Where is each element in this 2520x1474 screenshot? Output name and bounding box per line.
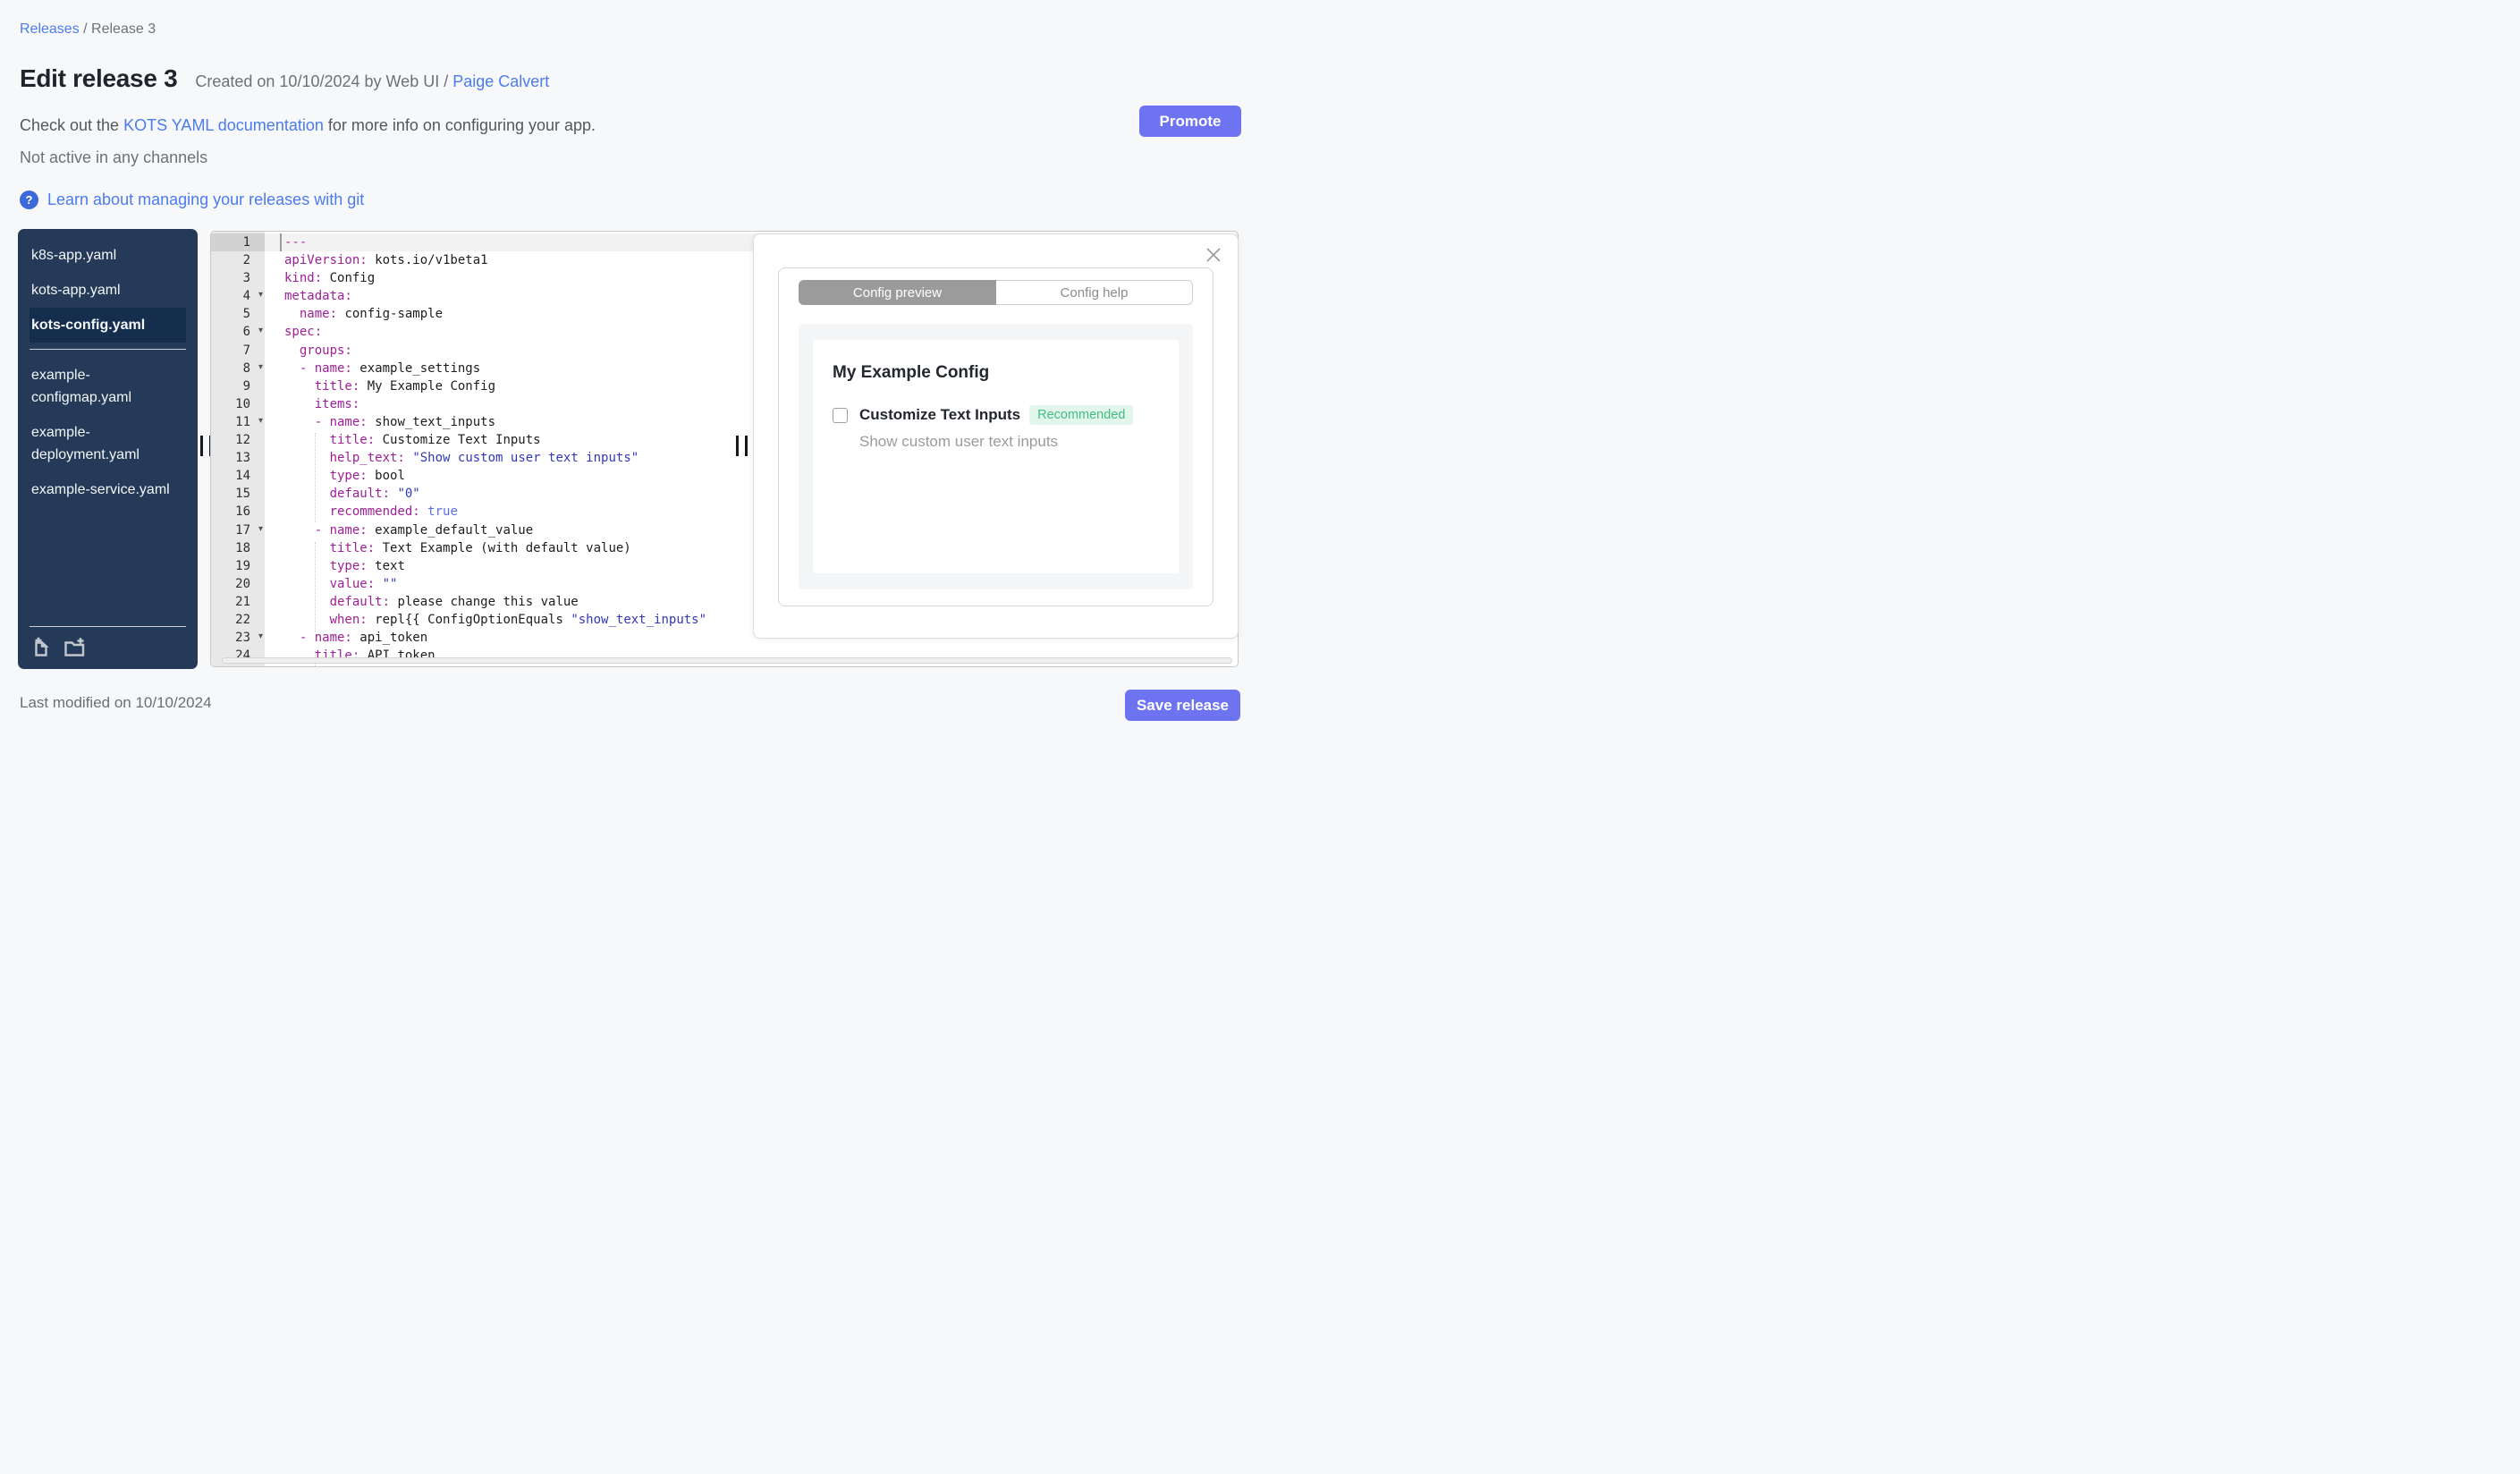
file-list: k8s-app.yaml kots-app.yaml kots-config.yam… — [18, 238, 198, 507]
line-number: 5 — [211, 305, 265, 324]
indent-guide — [315, 542, 316, 631]
line-number: 25 — [211, 665, 265, 666]
line-number: 4 ▾ — [211, 286, 265, 306]
new-file-icon[interactable] — [31, 637, 51, 657]
line-number: 10 — [211, 394, 265, 413]
last-modified-text: Last modified on 10/10/2024 — [20, 694, 212, 711]
sidebar-file-example-service.yaml[interactable]: example-service.yaml — [30, 472, 186, 507]
line-number: 23 ▾ — [211, 628, 265, 648]
preview-inner-card: Config preview Config help My Example Con… — [778, 267, 1213, 606]
line-number: 16 — [211, 503, 265, 521]
git-releases-link[interactable]: Learn about managing your releases with … — [47, 191, 364, 209]
author-link[interactable]: Paige Calvert — [452, 72, 549, 90]
created-on-prefix: Created on 10/10/2024 by Web UI / — [195, 72, 453, 90]
line-number: 17 ▾ — [211, 521, 265, 539]
breadcrumb-current: Release 3 — [91, 21, 156, 37]
fold-arrow-icon[interactable]: ▾ — [258, 322, 263, 340]
preview-tabs: Config preview Config help — [799, 280, 1193, 305]
doc-suffix: for more info on configuring your app. — [323, 116, 596, 134]
preview-resize-handle[interactable] — [736, 436, 748, 456]
page-title: Edit release 3 — [20, 64, 178, 92]
line-number: 15 — [211, 485, 265, 504]
config-item-title: Customize Text Inputs — [859, 406, 1021, 423]
file-sidebar: k8s-app.yaml kots-app.yaml kots-config.yam… — [18, 229, 198, 669]
code-text: type: password — [265, 665, 1238, 666]
tab-config-help[interactable]: Config help — [996, 280, 1193, 305]
line-number: 20 — [211, 574, 265, 593]
sidebar-file-kots-config.yaml[interactable]: kots-config.yaml — [30, 308, 186, 343]
kots-yaml-doc-link[interactable]: KOTS YAML documentation — [123, 116, 324, 134]
line-number: 7 — [211, 341, 265, 360]
line-number: 19 — [211, 556, 265, 575]
line-number: 9 — [211, 377, 265, 395]
breadcrumb: Releases / Release 3 — [20, 21, 156, 38]
line-number: 2 — [211, 251, 265, 270]
line-number: 3 — [211, 269, 265, 288]
line-number: 18 — [211, 538, 265, 557]
sidebar-file-kots-app.yaml[interactable]: kots-app.yaml — [30, 273, 186, 308]
doc-info-line: Check out the KOTS YAML documentation fo… — [20, 116, 596, 135]
fold-arrow-icon[interactable]: ▾ — [258, 628, 263, 646]
new-folder-icon[interactable] — [63, 637, 86, 657]
sidebar-file-example-deployment.yaml[interactable]: example-deployment.yaml — [30, 415, 186, 472]
sidebar-file-example-configmap.yaml[interactable]: example-configmap.yaml — [30, 358, 186, 415]
doc-prefix: Check out the — [20, 116, 124, 134]
fold-arrow-icon[interactable]: ▾ — [258, 359, 263, 377]
line-number: 12 — [211, 431, 265, 450]
line-number: 1 — [211, 233, 265, 252]
line-number: 22 — [211, 610, 265, 630]
fold-arrow-icon[interactable]: ▾ — [258, 521, 263, 538]
line-number: 8 ▾ — [211, 359, 265, 377]
channel-status: Not active in any channels — [20, 148, 208, 166]
sidebar-bottom — [18, 616, 198, 669]
config-group-title: My Example Config — [833, 363, 990, 382]
created-on-text: Created on 10/10/2024 by Web UI / Paige … — [195, 72, 549, 91]
tab-config-preview[interactable]: Config preview — [799, 280, 996, 305]
config-preview-panel: Config preview Config help My Example Con… — [753, 233, 1239, 639]
customize-text-inputs-checkbox[interactable] — [833, 407, 848, 423]
workspace: k8s-app.yaml kots-app.yaml kots-config.yam… — [0, 229, 1260, 671]
editor-cursor — [280, 233, 282, 251]
line-number: 6 ▾ — [211, 322, 265, 342]
promote-button[interactable]: Promote — [1139, 106, 1241, 137]
code-line-25[interactable]: 25 type: password — [211, 665, 1238, 666]
help-question-icon[interactable]: ? — [20, 191, 38, 209]
fold-arrow-icon[interactable]: ▾ — [258, 286, 263, 304]
sidebar-file-k8s-app.yaml[interactable]: k8s-app.yaml — [30, 238, 186, 273]
editor-horizontal-scrollbar[interactable] — [222, 657, 1232, 664]
preview-body: My Example Config Customize Text Inputs … — [799, 324, 1193, 589]
save-release-button[interactable]: Save release — [1125, 690, 1240, 721]
breadcrumb-separator: / — [79, 21, 92, 37]
breadcrumb-releases-link[interactable]: Releases — [20, 21, 80, 37]
config-card: My Example Config Customize Text Inputs … — [813, 340, 1179, 573]
sidebar-bottom-divider — [30, 626, 186, 627]
line-number: 11 ▾ — [211, 412, 265, 432]
line-number: 21 — [211, 592, 265, 611]
fold-arrow-icon[interactable]: ▾ — [258, 412, 263, 430]
line-number: 14 — [211, 467, 265, 486]
close-icon[interactable] — [1204, 245, 1223, 265]
file-list-divider — [30, 349, 186, 350]
recommended-badge: Recommended — [1029, 405, 1134, 425]
line-number: 13 — [211, 449, 265, 468]
config-item-help: Show custom user text inputs — [859, 433, 1059, 450]
indent-guide — [315, 433, 316, 522]
